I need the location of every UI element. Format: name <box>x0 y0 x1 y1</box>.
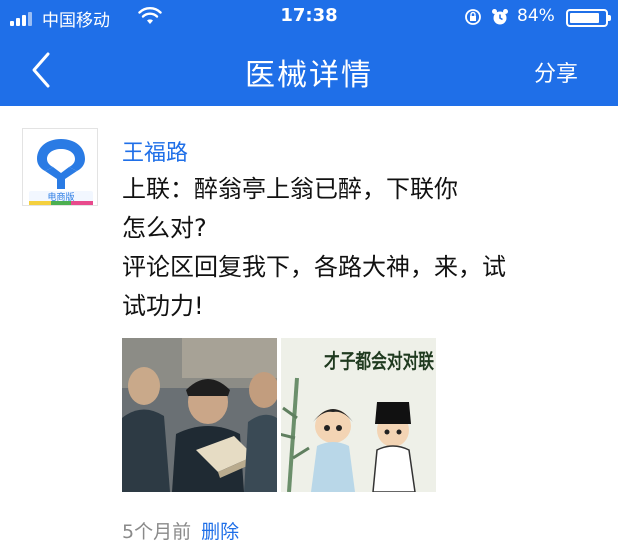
app-logo-icon: 电商版 <box>23 129 97 205</box>
avatar-badge-text: 电商版 <box>47 191 74 203</box>
battery-percent: 84% <box>517 6 555 26</box>
cartoon-couplet-illustration[interactable]: 才子都会对对联 <box>281 338 436 492</box>
post-line: 试功力! <box>122 292 204 320</box>
app-header: 中国移动 17:38 84% 医械详情 分享 <box>0 0 618 106</box>
status-bar: 中国移动 17:38 84% <box>0 0 618 36</box>
alarm-icon <box>492 9 508 25</box>
post-time: 5个月前 <box>122 521 192 543</box>
men-reading-book-photo[interactable] <box>122 338 277 492</box>
post-line: 评论区回复我下，各路大神，来，试 <box>122 253 506 281</box>
post-meta: 5个月前 删除 <box>122 517 239 544</box>
delete-button[interactable]: 删除 <box>201 521 239 543</box>
battery-icon <box>566 9 611 27</box>
rotation-lock-icon <box>465 9 481 25</box>
post-content: 上联：醉翁亭上翁已醉，下联你 怎么对? 评论区回复我下，各路大神，来，试 试功力… <box>122 170 592 326</box>
nav-bar: 医械详情 分享 <box>0 36 618 106</box>
post-line: 上联：醉翁亭上翁已醉，下联你 <box>122 175 458 203</box>
share-button[interactable]: 分享 <box>534 56 578 88</box>
post-line: 怎么对? <box>122 214 207 242</box>
page-title: 医械详情 <box>245 58 373 93</box>
illustration-caption: 才子都会对对联 <box>324 349 434 373</box>
avatar[interactable]: 电商版 <box>22 128 98 206</box>
author-name[interactable]: 王福路 <box>122 135 188 167</box>
